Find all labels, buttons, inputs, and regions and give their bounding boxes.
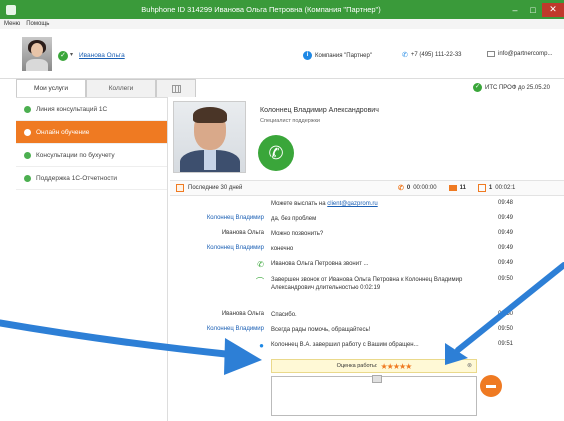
avatar[interactable]: [22, 37, 52, 71]
sidebar-item-accounting-consult[interactable]: Консультации по бухучету: [16, 144, 167, 167]
app-icon: [6, 4, 16, 15]
mail-icon: [487, 51, 495, 57]
user-name-link[interactable]: Иванова Ольга: [79, 52, 125, 59]
message-text: Иванова Ольга Петровна звонит ...: [271, 261, 369, 267]
message-author: Колоннец Владимир: [206, 245, 264, 251]
close-button[interactable]: ✕: [542, 2, 564, 17]
license-status: ✓ ИТС ПРОФ до 25.05.20: [473, 83, 550, 92]
message-time: 09:49: [498, 230, 514, 236]
message-author: Колоннец Владимир: [206, 326, 264, 332]
check-icon[interactable]: ✓: [58, 51, 68, 61]
calendar-icon: [176, 184, 184, 192]
message-time: 09:49: [498, 215, 514, 221]
calls-duration: 00:00:00: [413, 185, 437, 191]
chat-panel: Колоннец Владимир Александрович Специали…: [170, 97, 564, 421]
status-dot-icon: [24, 105, 31, 113]
message-time: 09:48: [498, 200, 514, 206]
tab-bar: Мои услуги Коллеги: [16, 79, 196, 97]
close-icon[interactable]: ⊗: [467, 362, 472, 369]
tasks-time: 00:02:1: [495, 185, 516, 191]
message-author: Колоннец Владимир: [206, 215, 264, 221]
operator-name: Колоннец Владимир Александрович: [260, 107, 379, 114]
phone-info: ✆ +7 (495) 111-22-33: [402, 51, 462, 59]
message-text: Можете выслать на client@gazprom.ru: [271, 201, 378, 207]
sidebar-item-label: Онлайн обучение: [36, 128, 90, 136]
chat-icon: ▬: [486, 380, 496, 391]
tab-grid[interactable]: [156, 79, 196, 97]
header: ✓ ▾ Иванова Ольга i Компания "Партнер" ✆…: [0, 29, 564, 79]
chevron-down-icon[interactable]: ▾: [70, 51, 73, 58]
chats-count: 11: [459, 185, 466, 191]
tab-my-services[interactable]: Мои услуги: [16, 79, 86, 97]
rating-stars[interactable]: ★★★★★: [380, 362, 412, 371]
calls-stat: ✆ 0 00:00:00: [398, 184, 437, 192]
tasks-stat: 1 00:02:1: [477, 184, 516, 192]
email-link[interactable]: client@gazprom.ru: [327, 201, 377, 207]
status-dot-icon: [24, 174, 31, 182]
call-button[interactable]: ✆: [258, 135, 294, 171]
status-dot-icon: [24, 151, 31, 159]
message-author: Иванова Ольга: [221, 230, 264, 236]
send-button[interactable]: ▬: [480, 375, 502, 397]
info-icon: i: [303, 51, 312, 60]
person-icon: ●: [259, 341, 264, 350]
rating-box: Оценка работы: ★★★★★ ⊗: [271, 359, 477, 373]
stats-bar: Последние 30 дней ✆ 0 00:00:00 11 1 00:0…: [170, 180, 564, 196]
message-input[interactable]: [271, 375, 477, 416]
phone-icon: ✆: [402, 52, 408, 59]
calls-count: 0: [406, 185, 411, 191]
message-text: Можно позвонить?: [271, 231, 324, 237]
email-info[interactable]: info@partnercomp...: [487, 51, 552, 57]
phone-icon: ✆: [398, 185, 404, 192]
operator-photo: [173, 101, 246, 173]
message-text: Всегда рады помочь, обращайтесь!: [271, 327, 371, 333]
sidebar-item-consult-line[interactable]: Линия консультаций 1С: [16, 98, 167, 121]
attach-icon[interactable]: [372, 375, 382, 383]
message-time: 09:49: [498, 245, 514, 251]
sidebar-item-label: Консультации по бухучету: [36, 151, 115, 159]
task-icon: [477, 184, 486, 192]
window-title: Buhphone ID 314299 Иванова Ольга Петровн…: [141, 5, 381, 14]
maximize-button[interactable]: □: [524, 3, 542, 17]
operator-role: Специалист поддержки: [260, 118, 320, 124]
tab-colleagues[interactable]: Коллеги: [86, 79, 156, 97]
email-address: info@partnercomp...: [498, 51, 553, 57]
chats-stat: 11: [448, 185, 466, 191]
menu-item-help[interactable]: Помощь: [26, 21, 49, 27]
message-text: Колоннец В.А. завершил работу с Вашим об…: [271, 342, 419, 348]
message-time: 09:50: [498, 326, 514, 332]
window-titlebar: Buhphone ID 314299 Иванова Ольга Петровн…: [0, 0, 564, 19]
message-time: 09:50: [498, 276, 514, 282]
message-author: Иванова Ольга: [221, 311, 264, 317]
check-icon: ✓: [473, 83, 482, 92]
message-text: да, без проблем: [271, 216, 317, 222]
menu-item-menu[interactable]: Меню: [4, 21, 20, 27]
services-sidebar: Линия консультаций 1С Онлайн обучение Ко…: [16, 97, 168, 421]
message-text: конечно: [271, 246, 294, 252]
license-text: ИТС ПРОФ до 25.05.20: [485, 84, 550, 91]
message-text: Спасибо.: [271, 312, 297, 318]
message-time: 09:49: [498, 260, 514, 266]
sidebar-item-label: Поддержка 1С-Отчетности: [36, 174, 118, 182]
message-time: 09:50: [498, 311, 514, 317]
call-end-icon: ⌒: [256, 277, 264, 286]
tasks-count: 1: [488, 185, 493, 191]
minimize-button[interactable]: –: [506, 3, 524, 17]
company-name: Компания "Партнер": [315, 52, 372, 59]
phone-icon: ✆: [257, 260, 264, 269]
sidebar-item-label: Линия консультаций 1С: [36, 105, 108, 113]
rating-label: Оценка работы:: [336, 363, 378, 369]
company-info[interactable]: i Компания "Партнер": [303, 51, 372, 60]
status-dot-icon: [24, 128, 31, 136]
menu-bar: Меню Помощь: [0, 19, 564, 29]
period-selector[interactable]: Последние 30 дней: [188, 185, 398, 191]
message-time: 09:51: [498, 341, 514, 347]
grid-icon: [171, 84, 181, 93]
sidebar-item-online-training[interactable]: Онлайн обучение: [16, 121, 167, 144]
sidebar-item-reporting-support[interactable]: Поддержка 1С-Отчетности: [16, 167, 167, 190]
message-text: Завершен звонок от Иванова Ольга Петровн…: [271, 277, 463, 291]
phone-number: +7 (495) 111-22-33: [410, 52, 462, 58]
chat-icon: [448, 185, 457, 191]
